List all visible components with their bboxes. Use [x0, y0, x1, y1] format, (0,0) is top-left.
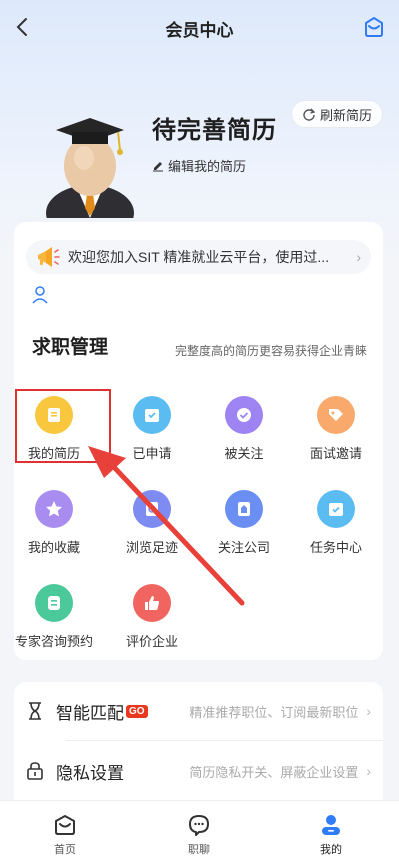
row-privacy-settings[interactable]: 隐私设置 简历隐私开关、屏蔽企业设置 ›: [14, 742, 383, 800]
refresh-resume-button[interactable]: 刷新简历: [290, 100, 383, 128]
grid-label: 专家咨询预约: [14, 634, 93, 649]
row-desc: 精准推荐职位、订阅最新职位: [189, 704, 359, 720]
grid-label: 被关注: [224, 446, 264, 461]
edit-resume-link[interactable]: 编辑我的简历: [152, 156, 246, 175]
grid-label: 任务中心: [309, 540, 362, 555]
thumbs-up-icon: [133, 584, 171, 622]
grid-item-followed-companies[interactable]: 关注公司: [198, 490, 290, 570]
divider: [66, 740, 383, 741]
chevron-right-icon: ›: [366, 703, 371, 719]
grid-item-followed[interactable]: 被关注: [198, 396, 290, 476]
lock-icon: [27, 762, 43, 780]
home-envelope-icon: [55, 815, 75, 835]
tab-mine[interactable]: 我的: [301, 813, 361, 857]
consult-icon: [35, 584, 73, 622]
company-icon: [225, 490, 263, 528]
person-icon: [322, 815, 340, 835]
grid-label: 已申请: [132, 446, 172, 461]
chevron-right-icon: ›: [366, 763, 371, 779]
pencil-icon: [153, 161, 163, 171]
section-title: 求职管理: [32, 337, 109, 358]
row-label: 隐私设置: [56, 763, 124, 783]
grid-label: 我的收藏: [27, 540, 80, 555]
edit-resume-label: 编辑我的简历: [168, 159, 247, 174]
go-badge: GO: [126, 704, 148, 718]
grid-item-task-center[interactable]: 任务中心: [290, 490, 382, 570]
grid-item-favorites[interactable]: 我的收藏: [8, 490, 100, 570]
hourglass-icon: [29, 702, 41, 720]
row-smart-match[interactable]: 智能匹配 GO 精准推荐职位、订阅最新职位 ›: [14, 682, 383, 740]
followed-icon: [225, 396, 263, 434]
grid-item-interview[interactable]: 面试邀请: [290, 396, 382, 476]
task-icon: [317, 490, 355, 528]
star-icon: [35, 490, 73, 528]
grid-item-expert-consult[interactable]: 专家咨询预约: [8, 584, 100, 664]
grid-label: 浏览足迹: [125, 540, 178, 555]
tab-bar: 首页 职聊 我的: [0, 800, 399, 866]
grid-item-history[interactable]: 浏览足迹: [106, 490, 198, 570]
footprint-icon: [133, 490, 171, 528]
chevron-right-icon: ›: [356, 249, 361, 265]
refresh-icon: [303, 108, 316, 121]
grid-label: 评价企业: [125, 634, 178, 649]
chat-bubble-icon: [189, 815, 209, 836]
section-subtitle: 完整度高的简历更容易获得企业青睐: [174, 344, 367, 358]
grid-item-applied[interactable]: 已申请: [106, 396, 198, 476]
tab-label: 职聊: [188, 844, 210, 856]
envelope-icon: [365, 17, 383, 37]
header: 会员中心: [0, 0, 399, 56]
interview-icon: [317, 396, 355, 434]
row-label: 智能匹配: [56, 703, 124, 723]
profile-name: 待完善简历: [152, 117, 277, 144]
applied-icon: [133, 396, 171, 434]
highlight-box: [15, 389, 111, 463]
refresh-resume-label: 刷新简历: [319, 107, 372, 123]
message-button[interactable]: [363, 16, 387, 40]
megaphone-icon: [38, 247, 60, 267]
avatar[interactable]: [40, 108, 140, 241]
grid-label: 关注公司: [217, 540, 270, 555]
row-desc: 简历隐私开关、屏蔽企业设置: [189, 764, 359, 780]
tab-chat[interactable]: 职聊: [169, 813, 229, 857]
grid-item-rate-company[interactable]: 评价企业: [106, 584, 198, 664]
notice-bar[interactable]: 欢迎您加入SIT 精准就业云平台，使用过... ›: [26, 240, 371, 274]
user-icon[interactable]: [32, 286, 48, 304]
notice-text: 欢迎您加入SIT 精准就业云平台，使用过...: [68, 249, 330, 265]
tab-label: 我的: [320, 844, 342, 856]
tab-label: 首页: [54, 844, 76, 856]
tab-home[interactable]: 首页: [35, 813, 95, 857]
page-title: 会员中心: [165, 21, 234, 40]
grid-label: 面试邀请: [309, 446, 362, 461]
